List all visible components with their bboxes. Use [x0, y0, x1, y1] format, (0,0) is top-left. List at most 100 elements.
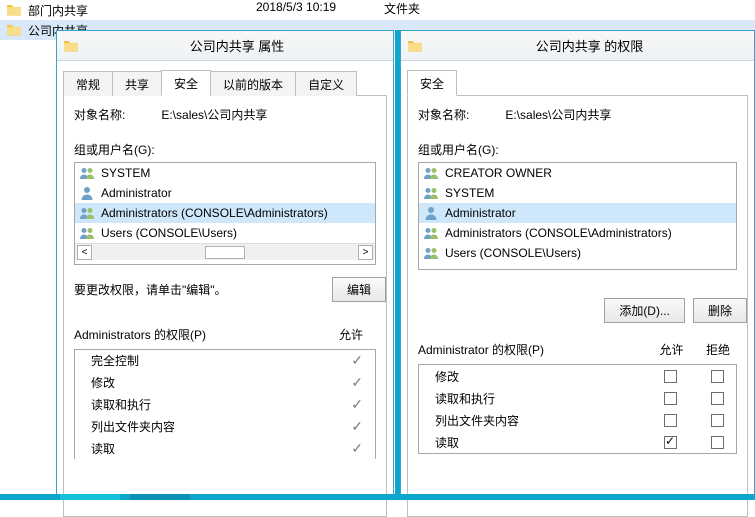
- taskbar-item[interactable]: [130, 494, 190, 500]
- list-item[interactable]: CREATOR OWNER: [419, 163, 736, 183]
- list-item[interactable]: Administrator: [419, 203, 736, 223]
- principal-name: CREATOR OWNER: [445, 166, 552, 180]
- group-icon: [423, 225, 439, 241]
- perm-header-user: Administrators 的权限(P): [74, 326, 326, 343]
- tab-security[interactable]: 安全: [161, 70, 211, 96]
- perm-header-allow: 允许: [326, 326, 376, 343]
- perm-header-allow: 允许: [644, 341, 699, 358]
- check-icon: ✓: [351, 440, 363, 457]
- folder-icon: [6, 2, 22, 18]
- scroll-thumb[interactable]: [205, 246, 245, 259]
- perm-header-user: Administrator 的权限(P): [418, 341, 644, 358]
- perm-row: 修改 ✓: [74, 371, 376, 393]
- window-title: 公司内共享 的权限: [431, 36, 748, 55]
- list-item[interactable]: Administrators (CONSOLE\Administrators): [75, 203, 375, 223]
- principal-name: Administrator: [101, 186, 172, 200]
- perm-name: 读取: [419, 434, 643, 451]
- taskbar[interactable]: [0, 494, 755, 500]
- object-name-label: 对象名称:: [418, 106, 469, 123]
- perm-row: 读取 ✓: [74, 437, 376, 459]
- principal-name: Users (CONSOLE\Users): [101, 226, 237, 240]
- perm-name: 列出文件夹内容: [91, 418, 175, 435]
- perm-row: 修改: [419, 365, 736, 387]
- check-icon: ✓: [351, 396, 363, 413]
- deny-checkbox[interactable]: [711, 414, 724, 427]
- file-type: 文件夹: [384, 0, 420, 17]
- titlebar[interactable]: 公司内共享 的权限: [401, 31, 754, 61]
- principal-name: SYSTEM: [445, 186, 494, 200]
- perm-name: 读取和执行: [419, 390, 643, 407]
- perm-header-deny: 拒绝: [699, 341, 737, 358]
- group-icon: [79, 165, 95, 181]
- scroll-left-icon[interactable]: <: [77, 245, 92, 260]
- allow-checkbox[interactable]: [664, 370, 677, 383]
- list-item[interactable]: SYSTEM: [75, 163, 375, 183]
- check-icon: ✓: [351, 418, 363, 435]
- window-title: 公司内共享 属性: [87, 36, 387, 55]
- perm-name: 修改: [91, 374, 115, 391]
- principals-list[interactable]: CREATOR OWNER SYSTEM Administrator Admin…: [418, 162, 737, 270]
- deny-checkbox[interactable]: [711, 370, 724, 383]
- tab-security[interactable]: 安全: [407, 70, 457, 96]
- tab-sharing[interactable]: 共享: [112, 71, 162, 96]
- scroll-right-icon[interactable]: >: [358, 245, 373, 260]
- tabstrip: 安全: [407, 69, 748, 95]
- allow-checkbox[interactable]: [664, 392, 677, 405]
- tab-general[interactable]: 常规: [63, 71, 113, 96]
- perm-row: 列出文件夹内容 ✓: [74, 415, 376, 437]
- folder-icon: [63, 38, 79, 54]
- group-icon: [423, 165, 439, 181]
- principal-name: Administrators (CONSOLE\Administrators): [101, 206, 328, 220]
- deny-checkbox[interactable]: [711, 392, 724, 405]
- list-item[interactable]: Users (CONSOLE\Users): [75, 223, 375, 243]
- list-item[interactable]: Administrators (CONSOLE\Administrators): [419, 223, 736, 243]
- perm-row: 完全控制 ✓: [74, 349, 376, 371]
- add-button[interactable]: 添加(D)...: [604, 298, 685, 323]
- tabstrip: 常规 共享 安全 以前的版本 自定义: [63, 69, 387, 95]
- list-item[interactable]: Users (CONSOLE\Users): [419, 243, 736, 263]
- explorer-row[interactable]: 部门内共享 2018/5/3 10:19 文件夹: [0, 0, 755, 20]
- allow-checkbox[interactable]: [664, 436, 677, 449]
- perm-row: 读取和执行: [419, 387, 736, 409]
- permissions-table: 修改 读取和执行 列出文件夹内容 读取: [418, 364, 737, 454]
- properties-dialog: 公司内共享 属性 常规 共享 安全 以前的版本 自定义 对象名称: E:\sal…: [56, 30, 394, 500]
- titlebar[interactable]: 公司内共享 属性: [57, 31, 393, 61]
- principals-list[interactable]: SYSTEM Administrator Administrators (CON…: [74, 162, 376, 265]
- permissions-dialog: 公司内共享 的权限 安全 对象名称: E:\sales\公司内共享 组或用户名(…: [400, 30, 755, 500]
- folder-icon: [6, 22, 22, 38]
- tab-previous-versions[interactable]: 以前的版本: [210, 71, 296, 96]
- group-users-label: 组或用户名(G):: [74, 141, 376, 158]
- remove-button[interactable]: 删除: [693, 298, 747, 323]
- perm-row: 读取: [419, 431, 736, 453]
- horizontal-scrollbar[interactable]: < >: [75, 243, 375, 260]
- group-icon: [423, 245, 439, 261]
- object-name-label: 对象名称:: [74, 106, 125, 123]
- deny-checkbox[interactable]: [711, 436, 724, 449]
- allow-checkbox[interactable]: [664, 414, 677, 427]
- edit-hint: 要更改权限，请单击"编辑"。: [74, 281, 227, 298]
- list-item[interactable]: Administrator: [75, 183, 375, 203]
- tab-customize[interactable]: 自定义: [295, 71, 357, 96]
- principal-name: SYSTEM: [101, 166, 150, 180]
- perm-row: 读取和执行 ✓: [74, 393, 376, 415]
- security-pane: 对象名称: E:\sales\公司内共享 组或用户名(G): CREATOR O…: [407, 95, 748, 517]
- user-icon: [79, 185, 95, 201]
- perm-name: 读取和执行: [91, 396, 151, 413]
- check-icon: ✓: [351, 352, 363, 369]
- perm-name: 列出文件夹内容: [419, 412, 643, 429]
- security-pane: 对象名称: E:\sales\公司内共享 组或用户名(G): SYSTEM Ad…: [63, 95, 387, 517]
- principal-name: Users (CONSOLE\Users): [445, 246, 581, 260]
- perm-name: 读取: [91, 440, 115, 457]
- taskbar-item[interactable]: [60, 494, 120, 500]
- group-icon: [79, 205, 95, 221]
- check-icon: ✓: [351, 374, 363, 391]
- group-icon: [79, 225, 95, 241]
- folder-icon: [407, 38, 423, 54]
- file-name: 部门内共享: [28, 2, 88, 19]
- group-users-label: 组或用户名(G):: [418, 141, 737, 158]
- edit-button[interactable]: 编辑: [332, 277, 386, 302]
- object-path: E:\sales\公司内共享: [505, 106, 611, 123]
- perm-row: 列出文件夹内容: [419, 409, 736, 431]
- permissions-table: 完全控制 ✓ 修改 ✓ 读取和执行 ✓ 列出文件夹内容 ✓ 读取 ✓: [74, 349, 376, 459]
- list-item[interactable]: SYSTEM: [419, 183, 736, 203]
